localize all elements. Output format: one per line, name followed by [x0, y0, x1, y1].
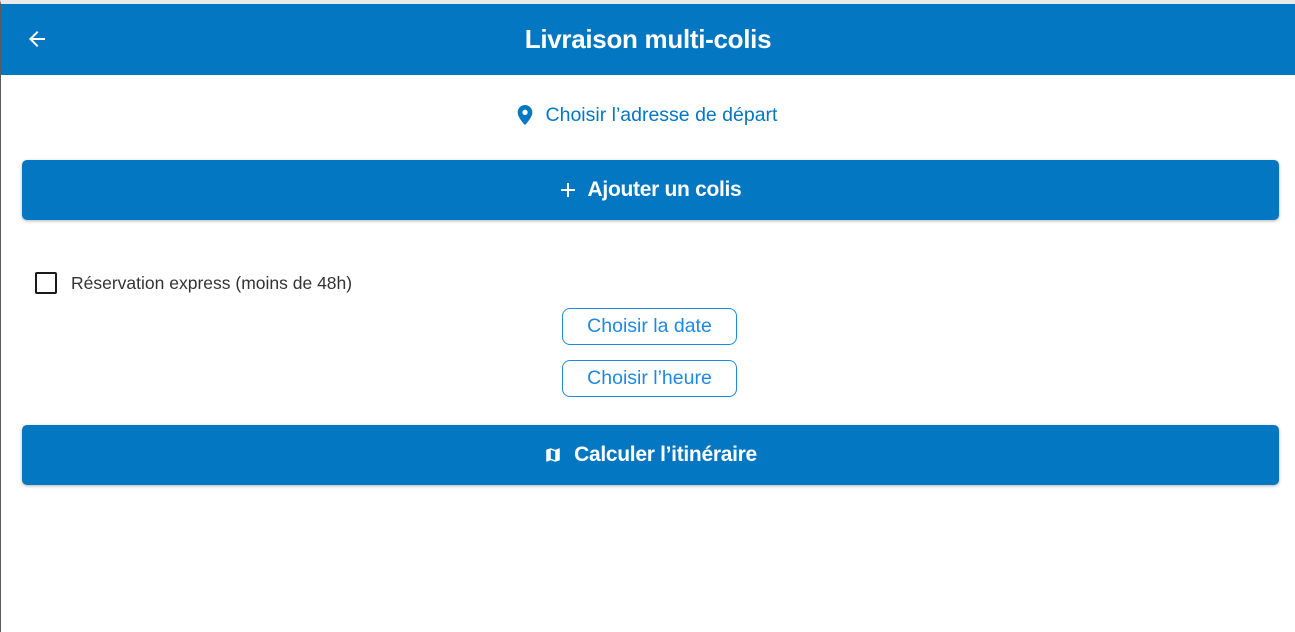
- map-icon: [544, 446, 562, 464]
- app-screen: Livraison multi-colis Choisir l’adresse …: [0, 0, 1295, 632]
- back-button[interactable]: [19, 21, 55, 57]
- departure-address-button[interactable]: Choisir l’adresse de départ: [1, 98, 1295, 132]
- add-parcel-button[interactable]: Ajouter un colis: [22, 160, 1279, 220]
- choose-time-button[interactable]: Choisir l’heure: [562, 360, 737, 397]
- add-parcel-label: Ajouter un colis: [587, 178, 742, 201]
- page-title: Livraison multi-colis: [524, 24, 772, 54]
- plus-icon: [560, 182, 576, 198]
- map-pin-icon: [517, 105, 533, 125]
- app-bar: Livraison multi-colis: [1, 4, 1295, 75]
- express-reservation-label: Réservation express (moins de 48h): [71, 272, 353, 293]
- calculate-route-button[interactable]: Calculer l’itinéraire: [22, 425, 1279, 485]
- choose-date-button[interactable]: Choisir la date: [562, 308, 737, 345]
- calculate-route-label: Calculer l’itinéraire: [574, 443, 757, 466]
- arrow-left-icon: [25, 27, 49, 51]
- express-reservation-row: Réservation express (moins de 48h): [35, 268, 352, 298]
- express-reservation-checkbox[interactable]: [35, 272, 57, 294]
- departure-address-label: Choisir l’adresse de départ: [545, 103, 778, 126]
